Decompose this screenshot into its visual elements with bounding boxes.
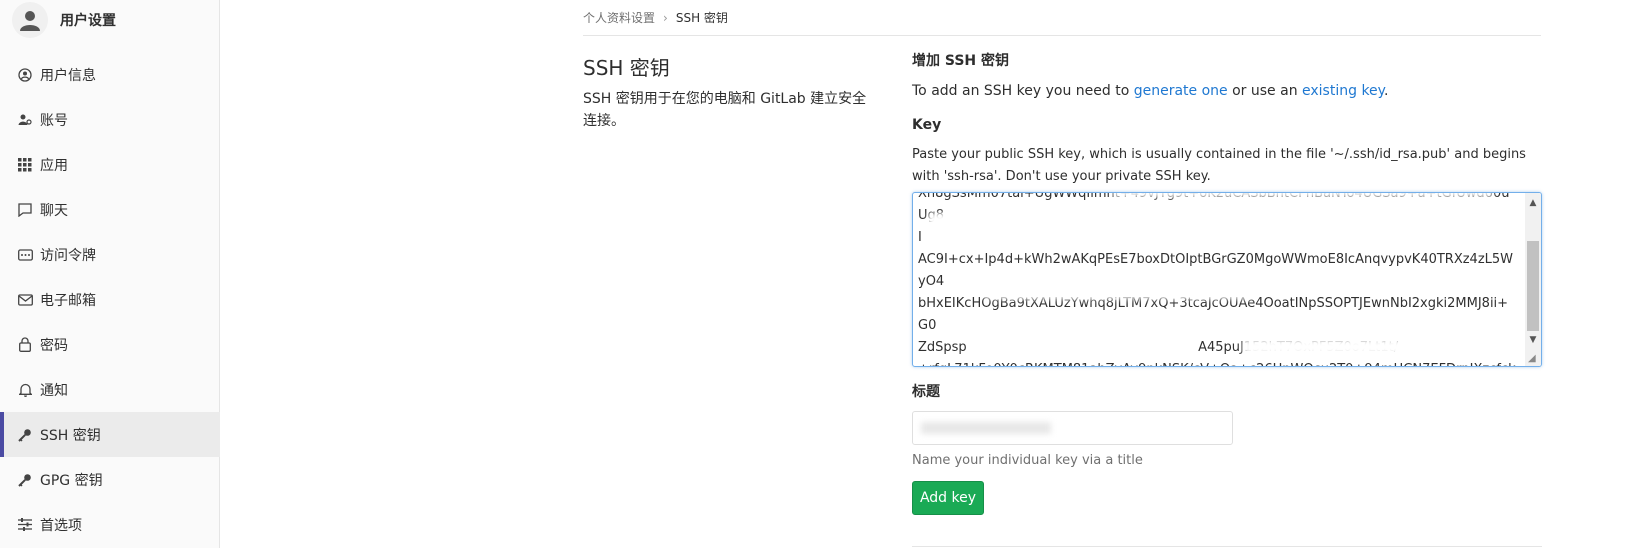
account-icon <box>16 111 34 129</box>
sidebar-item-label: 首选项 <box>40 517 82 534</box>
divider <box>912 546 1542 547</box>
applications-icon <box>16 156 34 174</box>
user-avatar-icon <box>12 2 48 38</box>
generate-one-link[interactable]: generate one <box>1134 83 1228 99</box>
sidebar-item-chat[interactable]: 聊天 <box>0 187 220 232</box>
sidebar-item-ssh-keys[interactable]: SSH 密钥 <box>0 412 220 457</box>
sidebar-nav: 用户信息 账号 应用 聊天 访问令牌 电子邮箱 密码 通知 SSH 密钥 GPG… <box>0 52 220 547</box>
sidebar-item-applications[interactable]: 应用 <box>0 142 220 187</box>
sidebar-header[interactable]: 用户设置 <box>0 0 219 40</box>
redaction-mask <box>928 213 1518 231</box>
sidebar-item-label: 密码 <box>40 337 68 354</box>
add-ssh-key-form: 增加 SSH 密钥 To add an SSH key you need to … <box>912 50 1542 515</box>
intro-suffix: . <box>1383 83 1389 99</box>
scroll-down-icon[interactable]: ▼ <box>1525 332 1541 348</box>
sidebar-item-label: 通知 <box>40 382 68 399</box>
sidebar-item-label: GPG 密钥 <box>40 472 103 489</box>
breadcrumb-current[interactable]: SSH 密钥 <box>676 9 728 26</box>
email-icon <box>16 291 34 309</box>
preferences-icon <box>16 516 34 534</box>
token-icon <box>16 246 34 264</box>
sidebar-item-label: 应用 <box>40 157 68 174</box>
sidebar-item-account[interactable]: 账号 <box>0 97 220 142</box>
bell-icon <box>16 381 34 399</box>
lock-icon <box>16 336 34 354</box>
sidebar-item-label: 电子邮箱 <box>40 292 96 309</box>
intro-text: To add an SSH key you need to generate o… <box>912 80 1542 102</box>
key-icon <box>16 471 34 489</box>
sidebar-item-label: 账号 <box>40 112 68 129</box>
key-icon <box>16 426 34 444</box>
page-description: SSH 密钥用于在您的电脑和 GitLab 建立安全连接。 <box>583 91 867 129</box>
scrollbar-thumb[interactable] <box>1527 241 1539 331</box>
breadcrumb: 个人资料设置 › SSH 密钥 <box>583 0 1541 36</box>
page-title: SSH 密钥 <box>583 56 670 80</box>
existing-key-link[interactable]: existing key <box>1302 83 1384 99</box>
title-help: Name your individual key via a title <box>912 453 1143 468</box>
scroll-up-icon[interactable]: ▲ <box>1525 195 1541 211</box>
key-hint: Paste your public SSH key, which is usua… <box>912 147 1526 184</box>
key-label: Key <box>912 117 942 133</box>
add-key-button[interactable]: Add key <box>912 481 984 515</box>
sidebar-item-notifications[interactable]: 通知 <box>0 367 220 412</box>
section-title: 增加 SSH 密钥 <box>912 53 1010 69</box>
chat-icon <box>16 201 34 219</box>
resize-handle-icon[interactable]: ◢ <box>1528 353 1540 365</box>
sidebar-title: 用户设置 <box>60 13 116 29</box>
sidebar-item-label: 用户信息 <box>40 67 96 84</box>
sidebar-item-label: 聊天 <box>40 202 68 219</box>
profile-icon <box>16 66 34 84</box>
intro-prefix: To add an SSH key you need to <box>912 83 1134 99</box>
sidebar-item-access-tokens[interactable]: 访问令牌 <box>0 232 220 277</box>
sidebar-item-profile[interactable]: 用户信息 <box>0 52 220 97</box>
redaction-mask <box>1113 193 1493 197</box>
intro-middle: or use an <box>1227 83 1303 99</box>
key-textarea[interactable]: Xh8gSsMm07tai+UgWWqIlmht+49vJYg9t+oK2uCA… <box>912 192 1542 367</box>
sidebar-item-gpg-keys[interactable]: GPG 密钥 <box>0 457 220 502</box>
title-input[interactable] <box>912 411 1233 445</box>
title-label: 标题 <box>912 384 940 400</box>
settings-sidebar: 用户设置 用户信息 账号 应用 聊天 访问令牌 电子邮箱 密码 通知 SSH 密… <box>0 0 220 548</box>
sidebar-item-label: 访问令牌 <box>40 247 96 264</box>
redaction-mask <box>983 283 1253 299</box>
sidebar-item-emails[interactable]: 电子邮箱 <box>0 277 220 322</box>
redaction-mask <box>921 422 1051 434</box>
chevron-right-icon: › <box>663 10 668 25</box>
breadcrumb-parent[interactable]: 个人资料设置 <box>583 9 655 26</box>
sidebar-item-label: SSH 密钥 <box>40 427 101 444</box>
textarea-scrollbar[interactable]: ▲ ▼ <box>1525 193 1541 366</box>
sidebar-item-password[interactable]: 密码 <box>0 322 220 367</box>
sidebar-item-preferences[interactable]: 首选项 <box>0 502 220 547</box>
redaction-mask <box>1243 339 1403 355</box>
